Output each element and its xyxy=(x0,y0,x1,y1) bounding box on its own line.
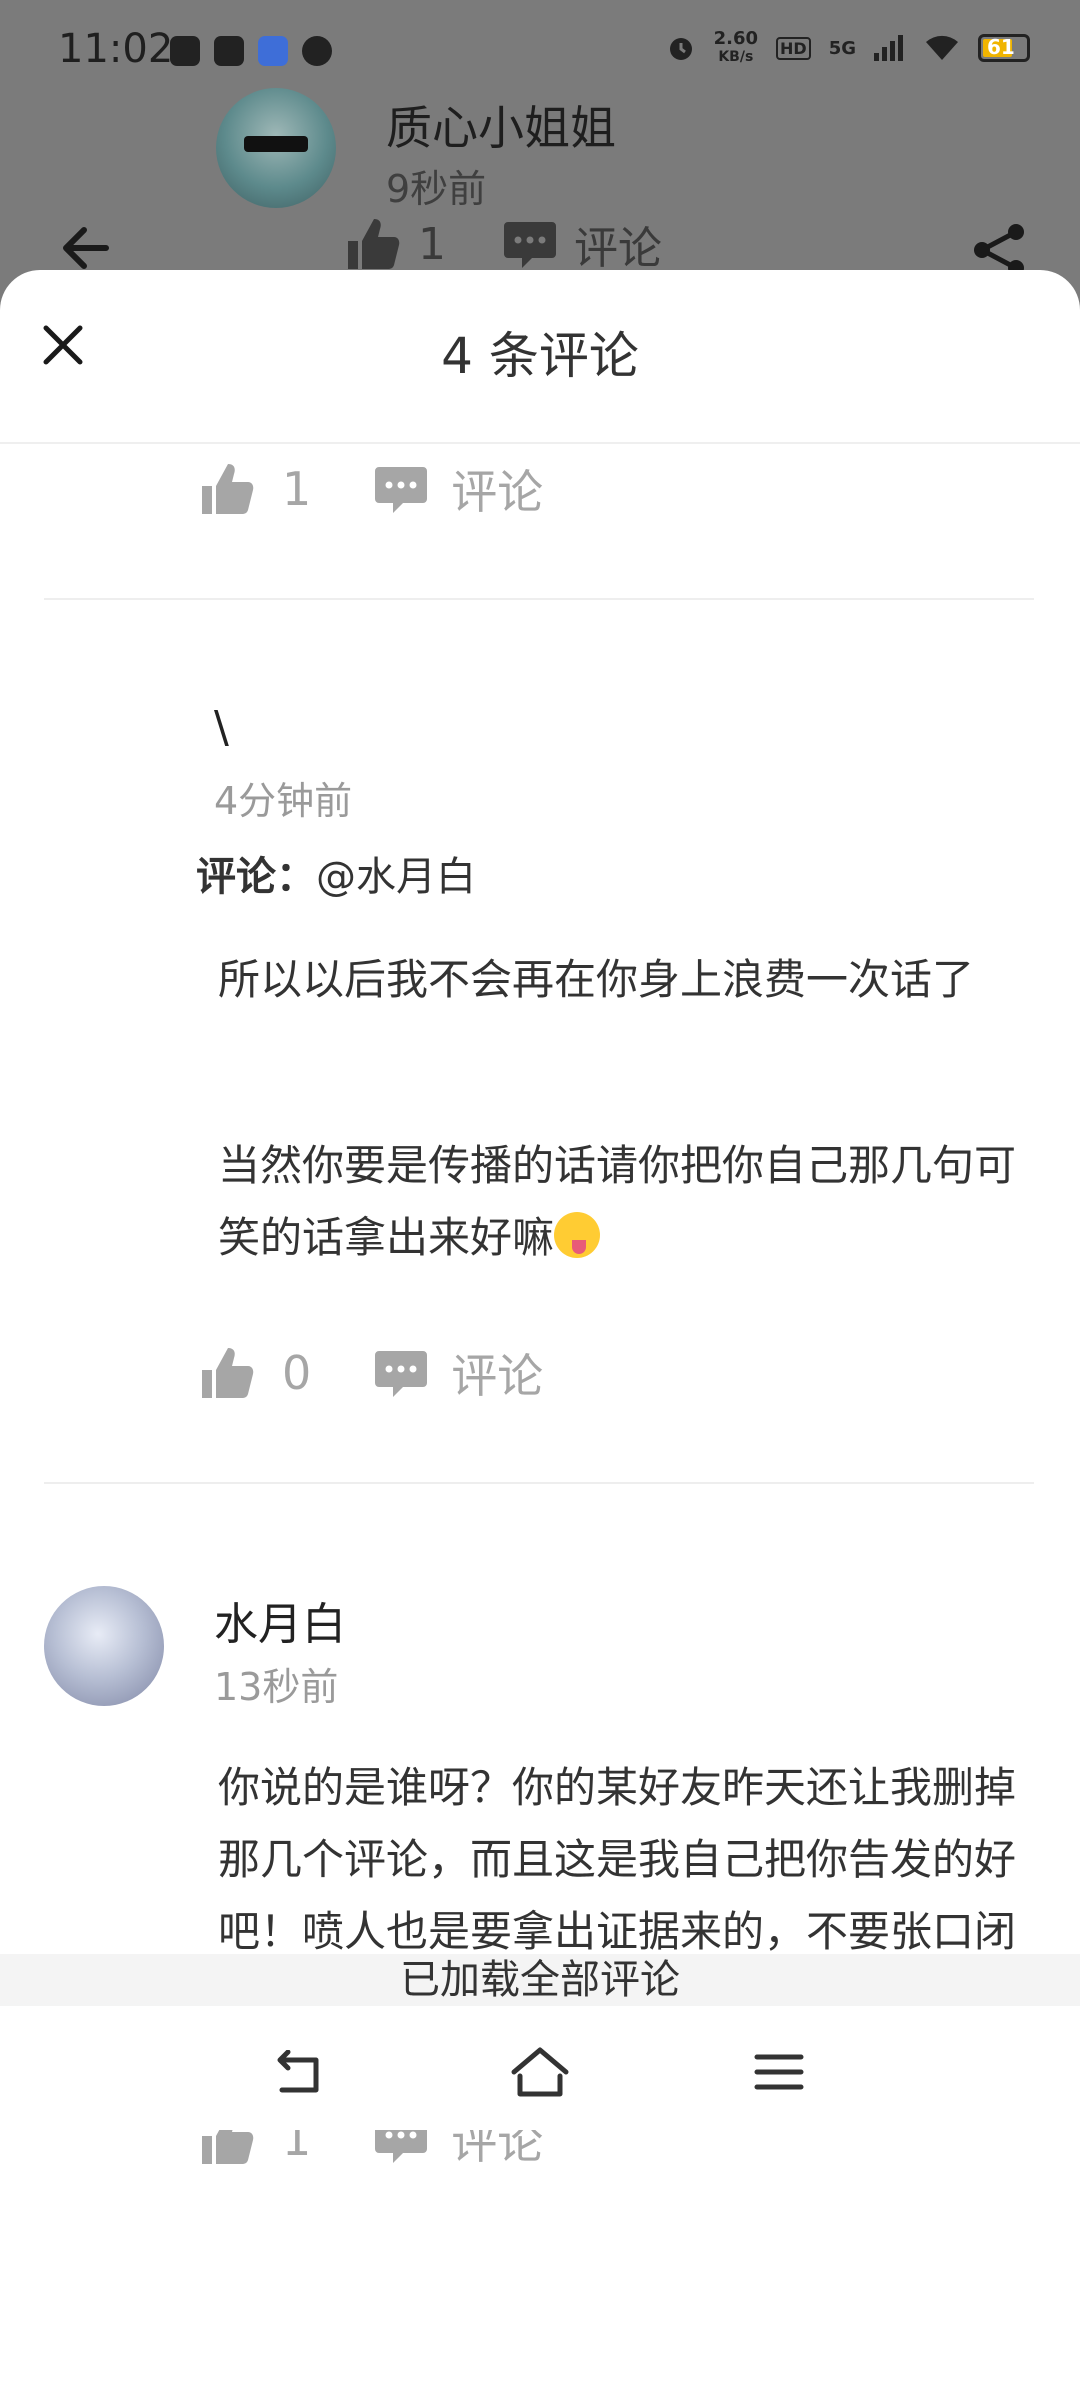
nav-back-icon[interactable] xyxy=(272,2050,326,2096)
post-actions: 1 评论 xyxy=(344,212,662,276)
author-avatar[interactable] xyxy=(216,88,336,208)
divider xyxy=(44,1482,1034,1484)
comment-text-line: 当然你要是传播的话请你把你自己那几句可笑的话拿出来好嘛 xyxy=(218,1141,1017,1262)
notification-alipay-icon xyxy=(258,36,288,66)
sheet-title: 4 条评论 xyxy=(441,327,639,385)
comment-icon[interactable] xyxy=(373,1345,429,1401)
notification-link-icon xyxy=(214,36,244,66)
comment-label[interactable]: 评论 xyxy=(451,1340,543,1406)
reply-target[interactable]: @水月白 xyxy=(316,854,476,900)
status-right: 2.60 KB/s HD 5G 61 xyxy=(666,30,1030,66)
post-comment-label[interactable]: 评论 xyxy=(574,212,662,276)
all-loaded-label: 已加载全部评论 xyxy=(0,1954,1080,2006)
like-icon[interactable] xyxy=(198,460,256,518)
net-speed: 2.60 KB/s xyxy=(714,30,758,66)
nav-home-icon[interactable] xyxy=(510,2046,570,2100)
net-speed-value: 2.60 xyxy=(713,28,759,49)
notification-app-icon xyxy=(170,36,200,66)
author-name[interactable]: 质心小姐姐 xyxy=(386,92,616,158)
net-speed-unit: KB/s xyxy=(718,49,754,65)
network-type: 5G xyxy=(828,37,856,59)
commenter-name[interactable]: \ xyxy=(214,702,229,753)
status-time: 11:02 xyxy=(58,26,174,72)
comment-time: 4分钟前 xyxy=(214,779,353,823)
post-like-count: 1 xyxy=(418,218,446,270)
comment-actions: 1 评论 xyxy=(198,456,543,522)
signal-icon xyxy=(874,35,903,61)
comment-label[interactable]: 评论 xyxy=(451,456,543,522)
sheet-header: 4 条评论 xyxy=(0,270,1080,444)
divider xyxy=(44,598,1034,600)
notification-icons xyxy=(170,36,332,66)
notification-chat-icon xyxy=(302,36,332,66)
comment-text: 所以以后我不会再在你身上浪费一次话了 xyxy=(218,955,975,1004)
system-nav-bar xyxy=(0,2006,1080,2130)
like-icon[interactable] xyxy=(344,215,402,273)
like-count: 0 xyxy=(282,1346,312,1400)
comment-icon[interactable] xyxy=(373,461,429,517)
like-icon[interactable] xyxy=(198,1344,256,1402)
comment-actions: 0 评论 xyxy=(198,1340,543,1406)
commenter-name[interactable]: 水月白 xyxy=(214,1588,346,1652)
yum-emoji-icon xyxy=(554,1212,601,1258)
reply-prefix: 评论： xyxy=(196,854,316,900)
like-count: 1 xyxy=(282,462,312,516)
wifi-icon xyxy=(926,35,958,60)
alarm-icon xyxy=(669,38,692,60)
hd-badge: HD xyxy=(776,36,811,60)
comment-time: 13秒前 xyxy=(214,1665,339,1709)
comment-text: 当然你要是传播的话请你把你自己那几句可笑的话拿出来好嘛 xyxy=(218,1130,1018,1274)
commenter-avatar[interactable] xyxy=(44,1586,164,1706)
nav-menu-icon[interactable] xyxy=(754,2052,804,2092)
back-arrow-icon[interactable] xyxy=(56,218,116,278)
post-time: 9秒前 xyxy=(386,167,487,211)
status-bar: 11:02 2.60 KB/s HD 5G 61 xyxy=(0,0,1080,100)
battery-level: 61 xyxy=(987,35,1015,59)
comment-icon[interactable] xyxy=(502,216,558,272)
reply-to: 评论：@水月白 xyxy=(196,844,476,902)
battery-icon: 61 xyxy=(978,34,1030,62)
